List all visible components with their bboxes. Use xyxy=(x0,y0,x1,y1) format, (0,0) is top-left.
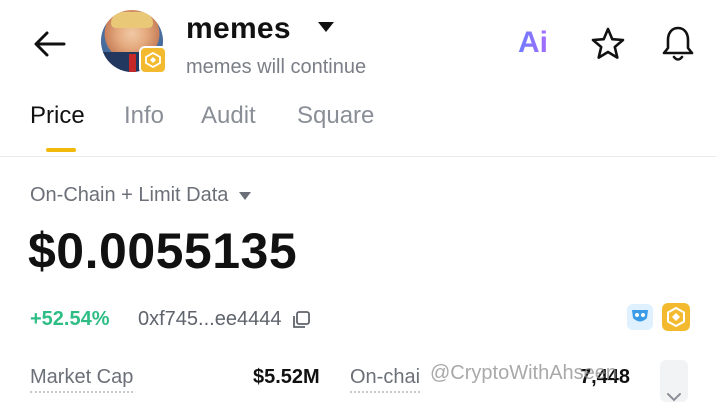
caret-down-icon[interactable] xyxy=(317,20,335,38)
data-source-label: On-Chain + Limit Data xyxy=(30,184,229,206)
chevron-down-icon xyxy=(667,393,681,402)
mask-icon xyxy=(632,310,648,322)
star-icon xyxy=(591,27,625,59)
data-source-selector[interactable]: On-Chain + Limit Data xyxy=(30,184,252,207)
bnb-chain-icon xyxy=(139,46,167,74)
price-change: +52.54% xyxy=(30,308,110,330)
token-avatar xyxy=(101,10,167,76)
favorite-button[interactable] xyxy=(590,26,626,67)
security-badge[interactable] xyxy=(627,304,653,330)
token-subtitle: memes will continue xyxy=(186,56,367,78)
bell-icon xyxy=(662,26,694,61)
active-tab-indicator xyxy=(46,148,76,152)
ai-button[interactable]: Ai xyxy=(518,26,548,60)
bnb-chain-icon[interactable] xyxy=(662,303,690,331)
copy-icon[interactable] xyxy=(291,310,311,330)
market-cap-value: $5.52M xyxy=(253,366,320,388)
notifications-button[interactable] xyxy=(660,24,696,69)
tab-info[interactable]: Info xyxy=(124,102,164,130)
market-cap-label[interactable]: Market Cap xyxy=(30,366,134,393)
watermark: @CryptoWithAhseen xyxy=(430,362,618,384)
token-name[interactable]: memes xyxy=(186,12,291,46)
arrow-left-icon xyxy=(34,31,66,57)
tab-audit[interactable]: Audit xyxy=(201,102,256,130)
back-button[interactable] xyxy=(28,26,70,62)
tab-bar: Price Info Audit Square xyxy=(0,96,716,157)
tab-square[interactable]: Square xyxy=(297,102,374,130)
token-price: $0.0055135 xyxy=(28,223,298,279)
expand-button[interactable] xyxy=(660,360,688,402)
token-header: memes memes will continue Ai xyxy=(0,0,716,92)
contract-address[interactable]: 0xf745...ee4444 xyxy=(138,308,311,331)
contract-address-text: 0xf745...ee4444 xyxy=(138,308,282,330)
tab-price[interactable]: Price xyxy=(30,102,85,130)
onchain-label[interactable]: On-chai xyxy=(350,366,421,393)
caret-down-icon xyxy=(239,191,252,200)
